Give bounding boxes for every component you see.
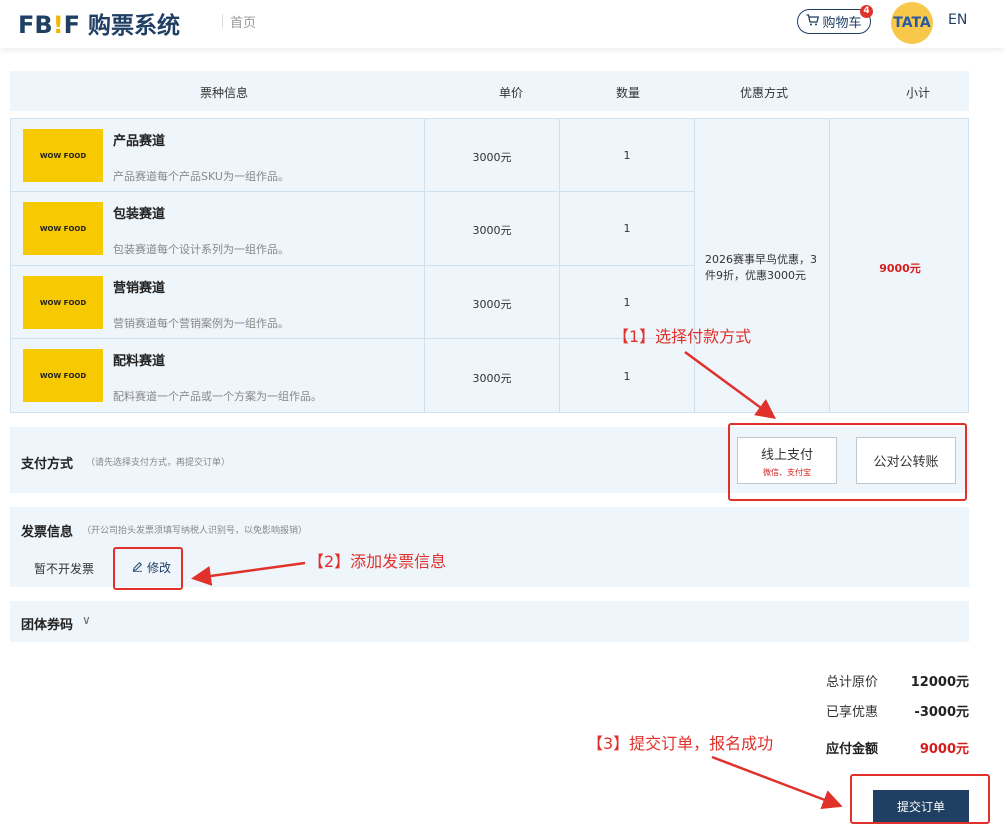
annotation-arrows	[191, 350, 843, 810]
